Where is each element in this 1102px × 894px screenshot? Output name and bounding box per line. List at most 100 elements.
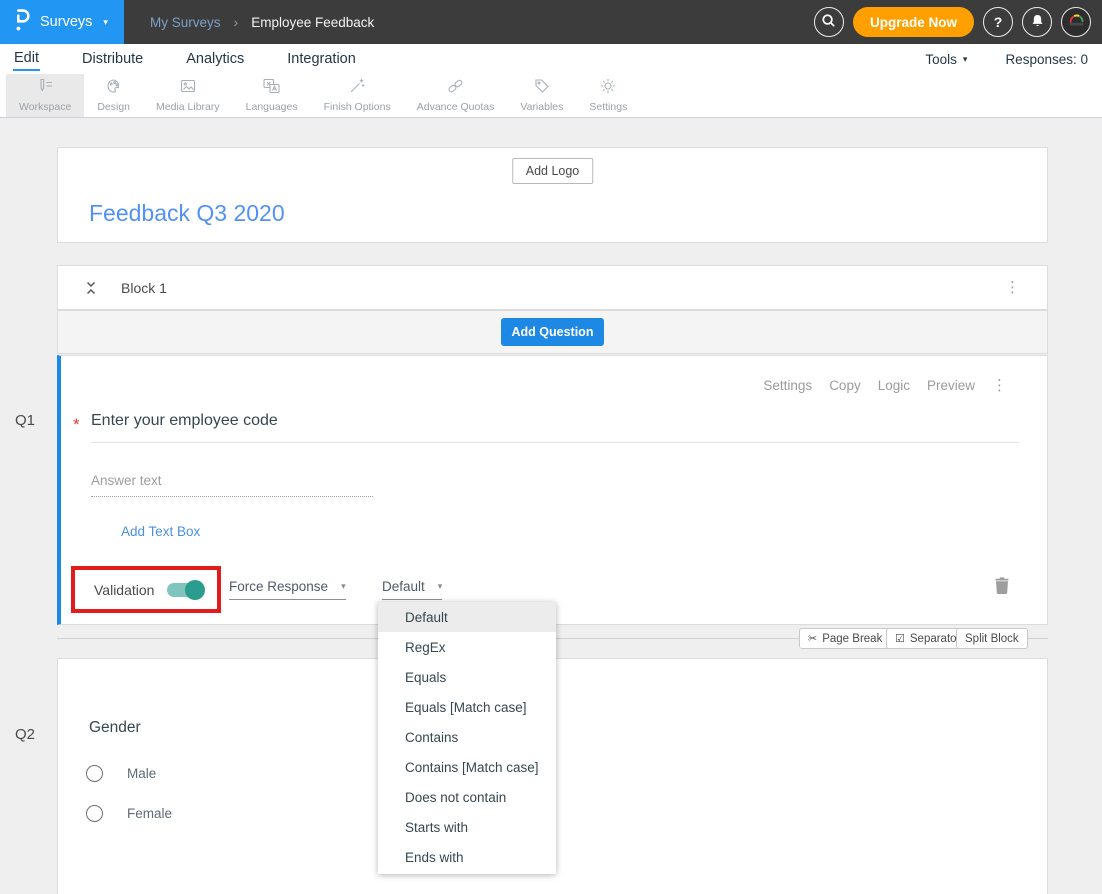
tab-integration[interactable]: Integration — [286, 49, 357, 70]
workspace-icon — [37, 78, 54, 99]
radio-option-female[interactable]: Female — [86, 805, 172, 822]
radio-icon[interactable] — [86, 765, 103, 782]
tools-menu-label: Tools — [925, 52, 957, 67]
question-logic-link[interactable]: Logic — [878, 378, 910, 393]
validation-toggle[interactable] — [167, 583, 203, 597]
toolbar-item-label: Advance Quotas — [417, 101, 495, 113]
finish-options-icon — [349, 78, 366, 99]
question-text[interactable]: Enter your employee code — [91, 412, 278, 430]
toolbar-item-design[interactable]: Design — [84, 74, 143, 117]
question-text-underline — [91, 442, 1019, 443]
required-marker: * — [73, 415, 80, 435]
add-logo-button[interactable]: Add Logo — [512, 158, 594, 184]
toolbar-item-label: Languages — [246, 101, 298, 113]
radio-option-male[interactable]: Male — [86, 765, 156, 782]
chevron-down-icon: ▾ — [341, 581, 346, 592]
collapse-block-icon[interactable] — [83, 280, 99, 301]
menu-item-contains[interactable]: Contains — [378, 722, 556, 752]
question-text[interactable]: Gender — [89, 719, 141, 737]
breadcrumb-current: Employee Feedback — [251, 15, 374, 30]
toolbar-item-label: Workspace — [19, 101, 71, 113]
toolbar-item-label: Finish Options — [324, 101, 391, 113]
question-copy-link[interactable]: Copy — [829, 378, 861, 393]
breadcrumb-separator-icon: › — [234, 14, 239, 30]
radio-icon[interactable] — [86, 805, 103, 822]
separator-label: Separator — [910, 633, 961, 645]
question-settings-link[interactable]: Settings — [763, 378, 812, 393]
breadcrumb: My Surveys › Employee Feedback — [150, 14, 374, 30]
app-menu[interactable]: Surveys ▾ — [0, 0, 124, 44]
tools-menu[interactable]: Tools ▾ — [925, 52, 967, 67]
trash-icon — [995, 581, 1009, 598]
notifications-button[interactable] — [1022, 7, 1052, 37]
responses-count[interactable]: Responses: 0 — [1005, 52, 1088, 67]
menu-item-equals-match-case[interactable]: Equals [Match case] — [378, 692, 556, 722]
radio-option-label: Female — [127, 806, 172, 821]
answer-text-underline — [91, 496, 373, 497]
delete-question-button[interactable] — [995, 577, 1009, 599]
question-preview-link[interactable]: Preview — [927, 378, 975, 393]
avatar-image — [1067, 10, 1086, 34]
languages-icon — [263, 78, 280, 99]
toolbar-item-advance-quotas[interactable]: Advance Quotas — [404, 74, 508, 117]
question-mark-icon: ? — [994, 14, 1003, 30]
breadcrumb-my-surveys[interactable]: My Surveys — [150, 15, 221, 30]
page-break-label: Page Break — [822, 633, 882, 645]
survey-title[interactable]: Feedback Q3 2020 — [89, 200, 285, 227]
toolbar-item-languages[interactable]: Languages — [233, 74, 311, 117]
tab-analytics[interactable]: Analytics — [185, 49, 245, 70]
menu-item-default[interactable]: Default — [378, 602, 556, 632]
scissors-icon: ✂ — [808, 632, 817, 645]
questionpro-logo-icon — [14, 7, 31, 38]
block-menu-icon[interactable]: ⋮ — [1005, 280, 1020, 295]
avatar[interactable] — [1061, 7, 1091, 37]
add-question-button[interactable]: Add Question — [501, 318, 605, 346]
tab-edit[interactable]: Edit — [13, 48, 40, 71]
menu-item-starts-with[interactable]: Starts with — [378, 812, 556, 842]
menu-item-regex[interactable]: RegEx — [378, 632, 556, 662]
split-block-label: Split Block — [965, 633, 1019, 645]
chevron-down-icon: ▾ — [103, 17, 108, 28]
force-response-dropdown[interactable]: Force Response ▾ — [229, 579, 346, 600]
answer-text-placeholder[interactable]: Answer text — [91, 473, 162, 488]
block-title[interactable]: Block 1 — [121, 280, 167, 296]
question-menu-icon[interactable]: ⋮ — [992, 378, 1007, 393]
upgrade-now-button[interactable]: Upgrade Now — [853, 7, 974, 37]
validation-type-menu: Default RegEx Equals Equals [Match case]… — [378, 602, 556, 874]
question-actions: Settings Copy Logic Preview ⋮ — [763, 378, 1007, 393]
menu-item-equals[interactable]: Equals — [378, 662, 556, 692]
question-card-q1: Settings Copy Logic Preview ⋮ * Enter yo… — [57, 355, 1048, 625]
help-button[interactable]: ? — [983, 7, 1013, 37]
toolbar-item-media-library[interactable]: Media Library — [143, 74, 233, 117]
split-block-button[interactable]: Split Block — [956, 628, 1028, 649]
toolbar-item-settings[interactable]: Settings — [576, 74, 640, 117]
chevron-down-icon: ▾ — [963, 54, 968, 65]
top-bar: Surveys ▾ My Surveys › Employee Feedback… — [0, 0, 1102, 44]
page-break-button[interactable]: ✂ Page Break — [799, 628, 891, 649]
block-header-card: Block 1 ⋮ — [57, 265, 1048, 310]
toolbar-item-workspace[interactable]: Workspace — [6, 74, 84, 117]
advance-quotas-icon — [447, 78, 464, 99]
section-tabs: Edit Distribute Analytics Integration To… — [0, 44, 1102, 74]
toolbar-item-finish-options[interactable]: Finish Options — [311, 74, 404, 117]
menu-item-does-not-contain[interactable]: Does not contain — [378, 782, 556, 812]
tab-distribute[interactable]: Distribute — [81, 49, 144, 70]
toolbar-item-label: Variables — [520, 101, 563, 113]
media-library-icon — [180, 78, 196, 99]
add-text-box-link[interactable]: Add Text Box — [121, 524, 200, 539]
bell-icon — [1030, 13, 1045, 32]
chevron-down-icon: ▾ — [438, 581, 443, 592]
question-number-q1: Q1 — [15, 412, 35, 429]
survey-header-card: Add Logo Feedback Q3 2020 — [57, 147, 1048, 243]
toolbar-item-label: Design — [97, 101, 130, 113]
validation-type-dropdown[interactable]: Default ▾ — [382, 579, 442, 600]
menu-item-ends-with[interactable]: Ends with — [378, 842, 556, 872]
toolbar-item-variables[interactable]: Variables — [507, 74, 576, 117]
validation-toggle-knob — [185, 580, 205, 600]
search-button[interactable] — [814, 7, 844, 37]
toolbar-item-label: Media Library — [156, 101, 220, 113]
menu-item-contains-match-case[interactable]: Contains [Match case] — [378, 752, 556, 782]
add-question-strip: Add Question — [57, 310, 1048, 354]
toolbar-item-label: Settings — [589, 101, 627, 113]
force-response-label: Force Response — [229, 579, 328, 594]
